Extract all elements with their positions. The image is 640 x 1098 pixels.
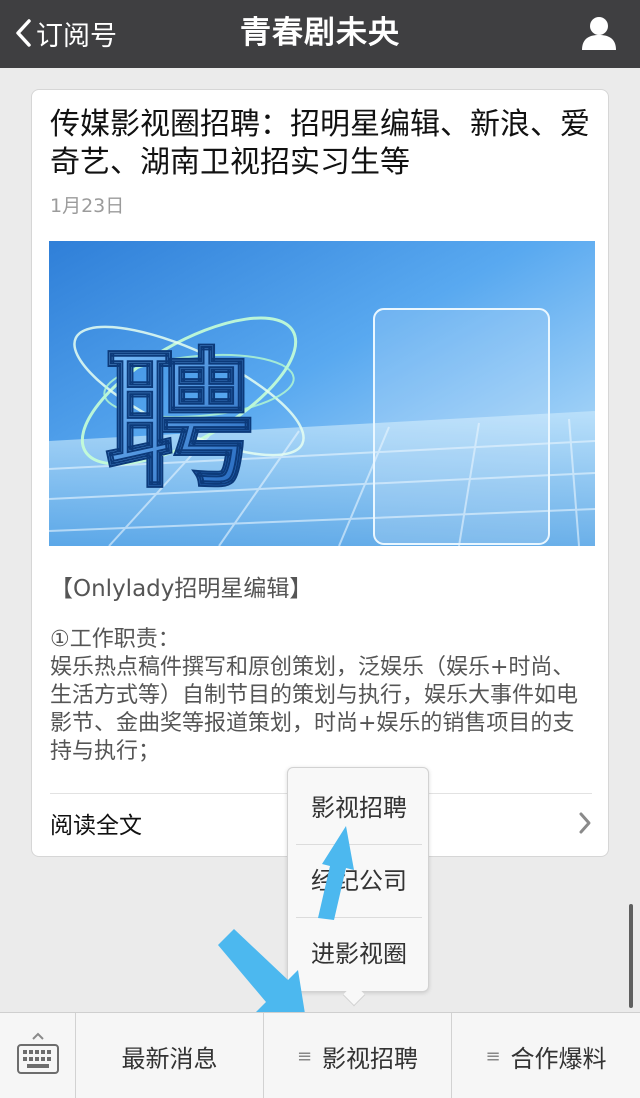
submenu-item-agency[interactable]: 经纪公司 xyxy=(296,845,422,917)
cover-glyph: 聘 xyxy=(104,335,254,509)
menu-tab-label: 影视招聘 xyxy=(322,1044,419,1073)
article-date: 1月23日 xyxy=(50,195,125,217)
keyboard-toggle-button[interactable] xyxy=(0,1013,76,1098)
menu-tab-label: 最新消息 xyxy=(121,1044,218,1073)
article-section-heading: 【Onlylady招明星编辑】 xyxy=(50,576,313,602)
user-profile-button[interactable] xyxy=(580,14,618,52)
menu-tab-cooperation-tips[interactable]: ≡ 合作爆料 xyxy=(452,1013,640,1098)
article-title[interactable]: 传媒影视圈招聘：招明星编辑、新浪、爱奇艺、湖南卫视招实习生等 xyxy=(50,106,590,182)
top-navbar: 订阅号 青春剧未央 xyxy=(0,0,640,68)
submenu-item-film-recruitment[interactable]: 影视招聘 xyxy=(296,772,422,844)
menu-lines-icon: ≡ xyxy=(296,1045,313,1067)
article-excerpt: ①工作职责： 娱乐热点稿件撰写和原创策划，泛娱乐（娱乐+时尚、生活方式等）自制节… xyxy=(50,626,592,766)
article-cover-image[interactable]: 聘 xyxy=(49,241,595,546)
article-card[interactable]: 传媒影视圈招聘：招明星编辑、新浪、爱奇艺、湖南卫视招实习生等 1月23日 聘 【… xyxy=(31,89,609,857)
user-icon xyxy=(582,17,616,50)
page-title: 青春剧未央 xyxy=(240,15,400,51)
read-more-link[interactable]: 阅读全文 xyxy=(50,806,142,840)
menu-tab-film-recruitment[interactable]: ≡ 影视招聘 xyxy=(264,1013,452,1098)
submenu-popup: 影视招聘 经纪公司 进影视圈 xyxy=(287,767,429,992)
submenu-item-enter-film-circle[interactable]: 进影视圈 xyxy=(296,918,422,990)
scrollbar[interactable] xyxy=(629,904,633,1008)
menu-tab-latest-news[interactable]: 最新消息 xyxy=(76,1013,264,1098)
keyboard-icon xyxy=(17,1032,59,1074)
bottom-menu-bar: 最新消息 ≡ 影视招聘 ≡ 合作爆料 xyxy=(0,1012,640,1098)
menu-lines-icon: ≡ xyxy=(485,1045,501,1067)
cover-illustration: 聘 xyxy=(49,241,595,546)
menu-tab-label: 合作爆料 xyxy=(510,1044,607,1073)
chevron-right-icon xyxy=(579,812,591,834)
excerpt-text: ①工作职责： 娱乐热点稿件撰写和原创策划，泛娱乐（娱乐+时尚、生活方式等）自制节… xyxy=(50,627,579,764)
